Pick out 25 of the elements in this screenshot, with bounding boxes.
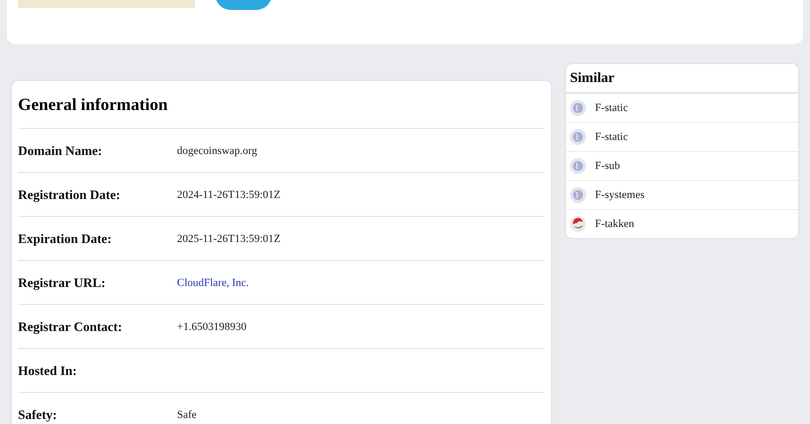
registrar-link[interactable]: CloudFlare, Inc. (177, 276, 249, 288)
similar-link[interactable]: F-static (595, 102, 628, 114)
field-value: 2025-11-26T13:59:01Z (177, 232, 280, 244)
field-value: 2024-11-26T13:59:01Z (177, 188, 280, 200)
field-value: Safe (177, 408, 197, 420)
globe-icon (570, 187, 586, 203)
card-title: Similar (566, 64, 798, 94)
field-label: Registrar Contact: (18, 318, 124, 334)
globe-icon (570, 100, 586, 116)
globe-icon (570, 158, 586, 174)
logo-icon (570, 216, 586, 232)
field-label: Safety: (18, 406, 58, 422)
field-label: Registrar URL: (18, 274, 106, 290)
globe-icon (570, 129, 586, 145)
similar-link[interactable]: F-takken (595, 218, 634, 230)
field-label: Registration Date: (18, 186, 122, 202)
field-label: Hosted In: (18, 362, 78, 378)
similar-link[interactable]: F-sub (595, 160, 620, 172)
field-value: dogecoinswap.org (177, 144, 258, 156)
field-label: Expiration Date: (18, 230, 113, 246)
similar-link[interactable]: F-systemes (595, 189, 644, 201)
field-label: Domain Name: (18, 142, 104, 158)
similar-link[interactable]: F-static (595, 131, 628, 143)
card-title: General information (18, 81, 545, 129)
field-value: +1.6503198930 (177, 320, 246, 332)
